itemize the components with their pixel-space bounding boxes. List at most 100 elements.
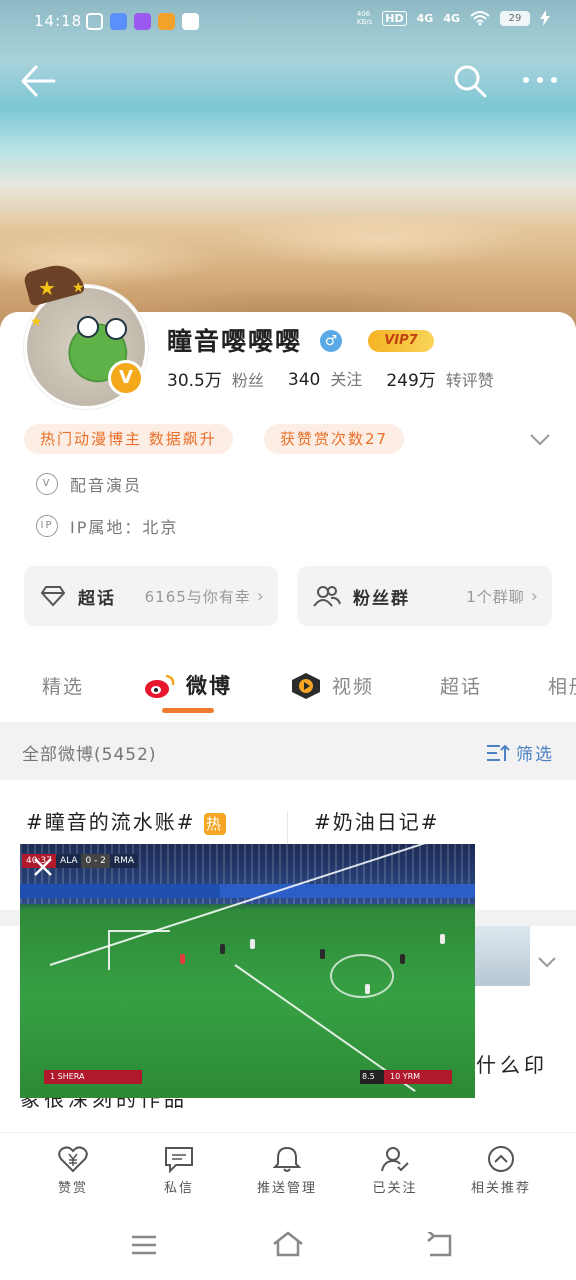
- fans-group-subtitle: 1个群聊: [466, 587, 525, 606]
- gender-male-icon: ♂: [320, 330, 342, 352]
- chevron-down-icon[interactable]: [528, 430, 552, 448]
- topic-divider: [287, 812, 288, 846]
- weibo-notification-icon: [158, 13, 175, 30]
- star-icon: ★: [38, 276, 56, 300]
- wifi-icon: [470, 11, 490, 26]
- topic-link[interactable]: #瞳音的流水账# 热: [26, 806, 226, 835]
- vip-badge[interactable]: VIP7: [368, 330, 434, 352]
- action-label: 相关推荐: [470, 1181, 531, 1196]
- active-tab-indicator: [162, 708, 214, 713]
- player-rating: 8.5: [360, 1070, 384, 1084]
- floating-video-player[interactable]: 40:37 ALA 0 - 2 RMA 1 SHERA 8.5 10 YRM: [20, 844, 475, 1098]
- fans-group-title: 粉丝群: [353, 588, 410, 609]
- network-speed: 406 KB/s: [356, 10, 373, 26]
- heart-yen-icon: [58, 1146, 88, 1173]
- action-label: 私信: [163, 1181, 194, 1196]
- ad-board: [20, 884, 220, 898]
- goal-line: [110, 930, 170, 932]
- all-posts-count[interactable]: 全部微博(5452): [22, 740, 157, 765]
- stat-label: 转评赞: [445, 371, 494, 390]
- player: [440, 934, 445, 944]
- tab-video[interactable]: 视频: [332, 672, 374, 699]
- center-circle: [330, 954, 394, 998]
- chaohua-title: 超话: [78, 588, 116, 609]
- chevron-right-icon: ›: [530, 585, 538, 607]
- topic-link[interactable]: #奶油日记#: [314, 806, 440, 835]
- system-navigation-bar: [0, 1212, 576, 1280]
- followed-button[interactable]: 已关注: [350, 1145, 440, 1196]
- hd-icon: HD: [382, 10, 407, 26]
- profile-name: 瞳音嘤嘤嘤: [167, 327, 303, 356]
- mail-notification-icon: [182, 13, 199, 30]
- player: [400, 954, 405, 964]
- menu-icon[interactable]: [130, 1234, 158, 1256]
- profile-stats: 30.5万 粉丝 340 关注 249万 转评赞: [167, 366, 494, 391]
- ip-location-text: IP属地：北京: [70, 518, 179, 537]
- status-time: 14:18: [34, 12, 83, 30]
- chevron-right-icon: ›: [256, 585, 264, 607]
- profile-tag-likes[interactable]: 获赞赏次数27: [264, 424, 405, 454]
- avatar-eye: [105, 318, 127, 340]
- stat-followers[interactable]: 30.5万 粉丝: [167, 366, 264, 391]
- group-people-icon: [313, 586, 341, 607]
- ip-icon: IP: [36, 515, 58, 537]
- battery-indicator: 29: [500, 10, 530, 26]
- chaohua-entry[interactable]: 超话 6165与你有幸 ›: [24, 566, 278, 626]
- home-icon[interactable]: [272, 1230, 304, 1258]
- player: [220, 944, 225, 954]
- profile-tag-hot[interactable]: 热门动漫博主 数据飙升: [24, 424, 233, 454]
- stat-label: 粉丝: [231, 371, 264, 390]
- tab-weibo[interactable]: 微博: [186, 670, 232, 700]
- action-label: 已关注: [372, 1181, 418, 1196]
- app-notification-icon: [110, 13, 127, 30]
- filter-button[interactable]: 筛选: [486, 740, 554, 765]
- push-settings-button[interactable]: 推送管理: [242, 1145, 332, 1196]
- filter-bar: 全部微博(5452) 筛选: [0, 722, 576, 780]
- topic-text: #瞳音的流水账#: [26, 810, 196, 834]
- bell-icon: [272, 1146, 302, 1172]
- player: [250, 939, 255, 949]
- bottom-action-bar: 赞赏 私信 推送管理 已关注 相关推荐: [0, 1132, 576, 1213]
- player: [365, 984, 370, 994]
- charging-icon: [540, 10, 550, 26]
- stat-following[interactable]: 340 关注: [288, 366, 362, 391]
- stat-value: 30.5万: [167, 371, 222, 391]
- diamond-icon: [40, 586, 66, 607]
- goal-post: [108, 930, 110, 970]
- player-name-plate: 10 YRM: [384, 1070, 452, 1084]
- back-arrow-icon[interactable]: [20, 64, 56, 98]
- tab-featured[interactable]: 精选: [42, 672, 84, 699]
- signal-4g-icon: 4G: [416, 11, 434, 25]
- search-icon[interactable]: [452, 63, 488, 99]
- stat-value: 340: [287, 370, 321, 390]
- profile-tabs: 精选 微博 视频 超话 相册: [0, 662, 576, 712]
- occupation-text: 配音演员: [70, 476, 143, 495]
- verified-badge-icon: V: [108, 360, 144, 396]
- more-dots-icon[interactable]: [520, 68, 560, 92]
- avatar-eye: [77, 316, 99, 338]
- fans-group-entry[interactable]: 粉丝群 1个群聊 ›: [297, 566, 552, 626]
- chevron-up-circle-icon: [488, 1146, 514, 1172]
- video-play-icon: [292, 673, 320, 699]
- related-recommend-button[interactable]: 相关推荐: [456, 1145, 546, 1196]
- chevron-down-icon[interactable]: [537, 954, 557, 970]
- player-name-plate: 1 SHERA: [44, 1070, 142, 1084]
- stat-value: 249万: [386, 371, 436, 391]
- stat-interactions[interactable]: 249万 转评赞: [386, 366, 493, 391]
- player: [320, 949, 325, 959]
- tab-chaohua[interactable]: 超话: [440, 672, 482, 699]
- tab-album[interactable]: 相册: [548, 672, 576, 699]
- post-thumbnail-image[interactable]: [470, 926, 530, 986]
- star-icon: ★: [72, 280, 85, 296]
- reward-button[interactable]: 赞赏: [28, 1145, 118, 1196]
- close-icon[interactable]: [32, 856, 54, 878]
- bilibili-icon: [86, 13, 103, 30]
- back-icon[interactable]: [424, 1232, 454, 1258]
- message-button[interactable]: 私信: [134, 1145, 224, 1196]
- ip-location-row: IP IP属地：北京: [36, 514, 178, 538]
- user-check-icon: [381, 1147, 409, 1172]
- filter-sort-icon: [487, 744, 510, 761]
- status-bar: 14:18 406 KB/s HD 4G 4G 29: [0, 0, 576, 44]
- hot-badge: 热: [203, 812, 226, 835]
- star-icon: ★: [30, 314, 43, 330]
